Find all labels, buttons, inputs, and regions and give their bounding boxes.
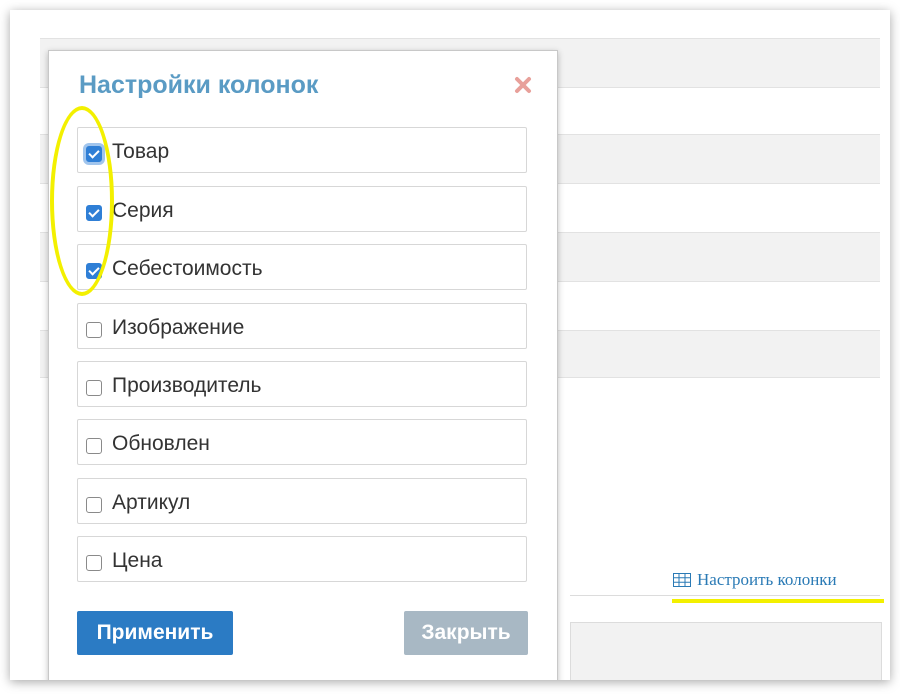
column-option-label: Производитель [112, 374, 262, 397]
checkbox[interactable] [86, 380, 102, 396]
column-option-tovar[interactable]: Товар [77, 127, 527, 173]
column-option-proizvoditel[interactable]: Производитель [77, 361, 527, 407]
column-option-label: Изображение [112, 316, 245, 339]
checkbox[interactable] [86, 322, 102, 338]
configure-columns-link[interactable]: Настроить колонки [673, 570, 837, 590]
checkbox[interactable] [86, 497, 102, 513]
column-option-label: Обновлен [112, 432, 210, 455]
close-icon[interactable] [511, 73, 535, 97]
table-icon [673, 573, 691, 587]
apply-button[interactable]: Применить [77, 611, 233, 655]
checkbox[interactable] [86, 555, 102, 571]
checkbox[interactable] [86, 438, 102, 454]
checkbox[interactable] [86, 205, 102, 221]
checkbox[interactable] [86, 146, 102, 162]
column-option-tsena[interactable]: Цена [77, 536, 527, 582]
column-option-obnovlen[interactable]: Обновлен [77, 419, 527, 465]
close-button[interactable]: Закрыть [404, 611, 528, 655]
highlight-underline [672, 599, 884, 603]
column-option-seriya[interactable]: Серия [77, 186, 527, 232]
screenshot-frame: Настроить колонки Настройки колонок Това… [10, 10, 890, 680]
column-option-izobrazhenie[interactable]: Изображение [77, 303, 527, 349]
divider [570, 595, 880, 596]
column-option-label: Серия [112, 199, 174, 222]
column-option-label: Товар [112, 140, 170, 163]
column-option-artikul[interactable]: Артикул [77, 478, 527, 524]
column-option-label: Артикул [112, 491, 191, 514]
modal-title: Настройки колонок [79, 71, 319, 99]
column-settings-modal: Настройки колонок Товар Серия Себестоимо… [48, 50, 558, 680]
column-option-sebestoimost[interactable]: Себестоимость [77, 244, 527, 290]
column-option-label: Себестоимость [112, 257, 263, 280]
configure-columns-label: Настроить колонки [697, 570, 837, 589]
column-option-label: Цена [112, 549, 163, 572]
background-panel [570, 622, 882, 680]
checkbox[interactable] [86, 263, 102, 279]
